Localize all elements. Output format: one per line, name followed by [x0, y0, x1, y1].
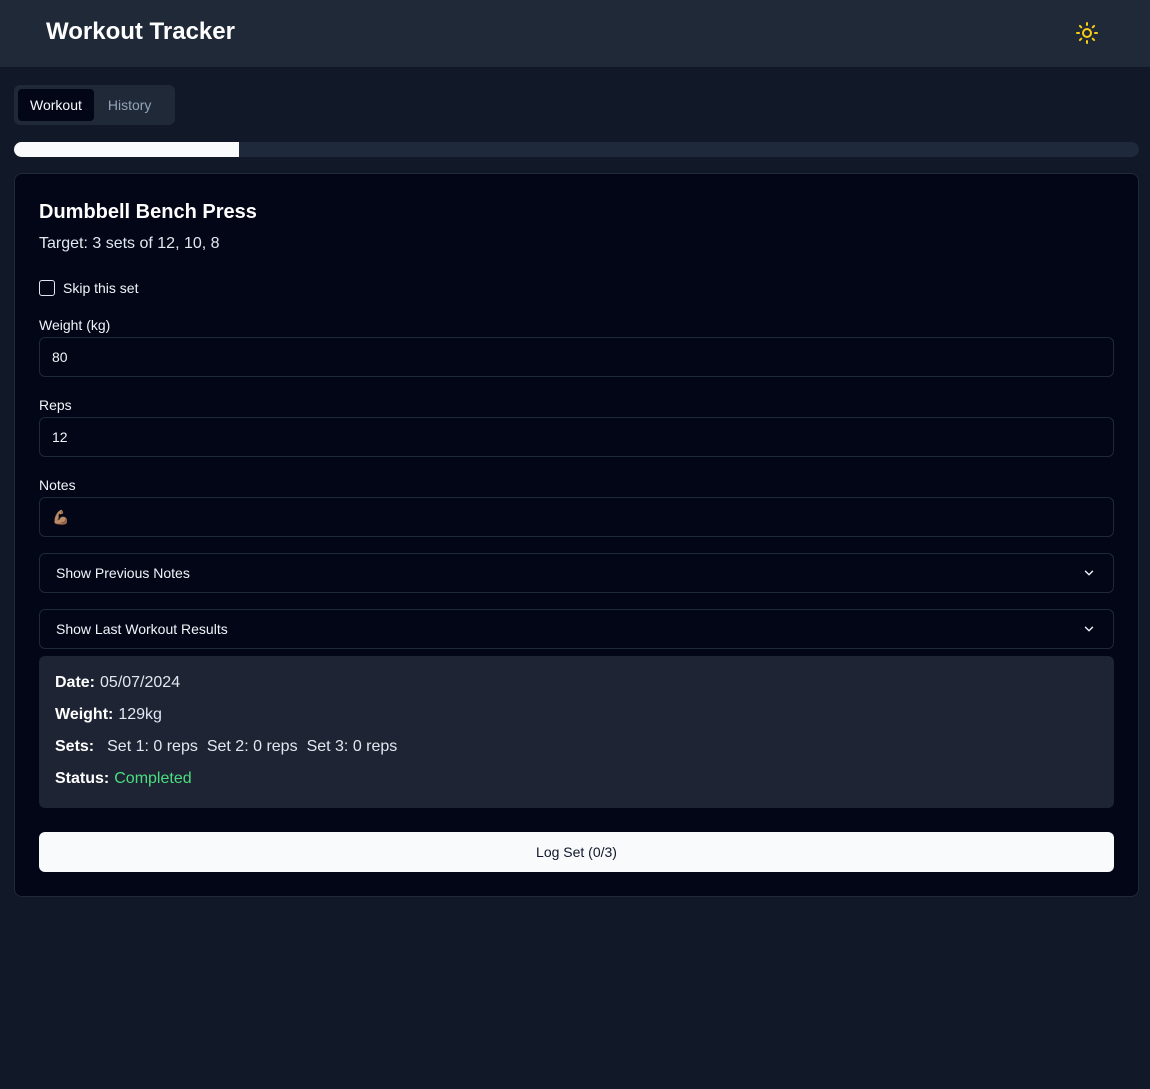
result-set-item: Set 1: 0 reps — [107, 738, 198, 755]
app-header: Workout Tracker — [0, 0, 1150, 68]
progress-fill — [14, 142, 239, 157]
notes-label: Notes — [39, 477, 76, 493]
result-date-value: 05/07/2024 — [100, 674, 181, 691]
log-set-button[interactable]: Log Set (0/3) — [39, 832, 1114, 872]
sun-icon — [1076, 22, 1098, 44]
show-previous-notes-toggle[interactable]: Show Previous Notes — [39, 553, 1114, 593]
show-previous-notes-label: Show Previous Notes — [56, 565, 190, 581]
show-last-workout-toggle[interactable]: Show Last Workout Results — [39, 609, 1114, 649]
exercise-target: Target: 3 sets of 12, 10, 8 — [39, 235, 220, 252]
theme-toggle-button[interactable] — [1073, 19, 1101, 47]
skip-set-checkbox[interactable] — [39, 280, 55, 296]
view-tabs: Workout History — [14, 85, 175, 125]
result-status-value: Completed — [114, 770, 192, 787]
chevron-down-icon — [1081, 621, 1097, 637]
result-weight-row: Weight: 129kg — [55, 706, 1098, 738]
result-weight-label: Weight: — [55, 706, 114, 723]
result-date-label: Date: — [55, 674, 96, 691]
skip-set-label[interactable]: Skip this set — [63, 280, 138, 296]
exercise-card: Dumbbell Bench Press Target: 3 sets of 1… — [14, 173, 1139, 897]
reps-label: Reps — [39, 397, 72, 413]
result-date-row: Date: 05/07/2024 — [55, 674, 1098, 706]
skip-set-row: Skip this set — [39, 280, 138, 296]
result-status-label: Status: — [55, 770, 110, 787]
weight-input[interactable]: 80 — [39, 337, 1114, 377]
workout-progress-bar — [14, 142, 1139, 157]
result-sets-row: Sets: Set 1: 0 reps Set 2: 0 reps Set 3:… — [55, 738, 1098, 770]
app-title: Workout Tracker — [46, 18, 235, 45]
result-sets-label: Sets: — [55, 738, 95, 755]
result-weight-value: 129kg — [118, 706, 162, 723]
show-last-workout-label: Show Last Workout Results — [56, 621, 228, 637]
result-set-item: Set 3: 0 reps — [306, 738, 398, 755]
chevron-down-icon — [1081, 565, 1097, 581]
notes-input[interactable]: 💪🏽 — [39, 497, 1114, 537]
result-set-item: Set 2: 0 reps — [206, 738, 298, 755]
tab-history[interactable]: History — [96, 89, 164, 121]
exercise-name: Dumbbell Bench Press — [39, 201, 257, 223]
reps-input[interactable]: 12 — [39, 417, 1114, 457]
last-workout-results: Date: 05/07/2024 Weight: 129kg Sets: Set… — [39, 656, 1114, 808]
result-status-row: Status: Completed — [55, 770, 1098, 802]
tab-workout[interactable]: Workout — [18, 89, 94, 121]
weight-label: Weight (kg) — [39, 317, 111, 333]
